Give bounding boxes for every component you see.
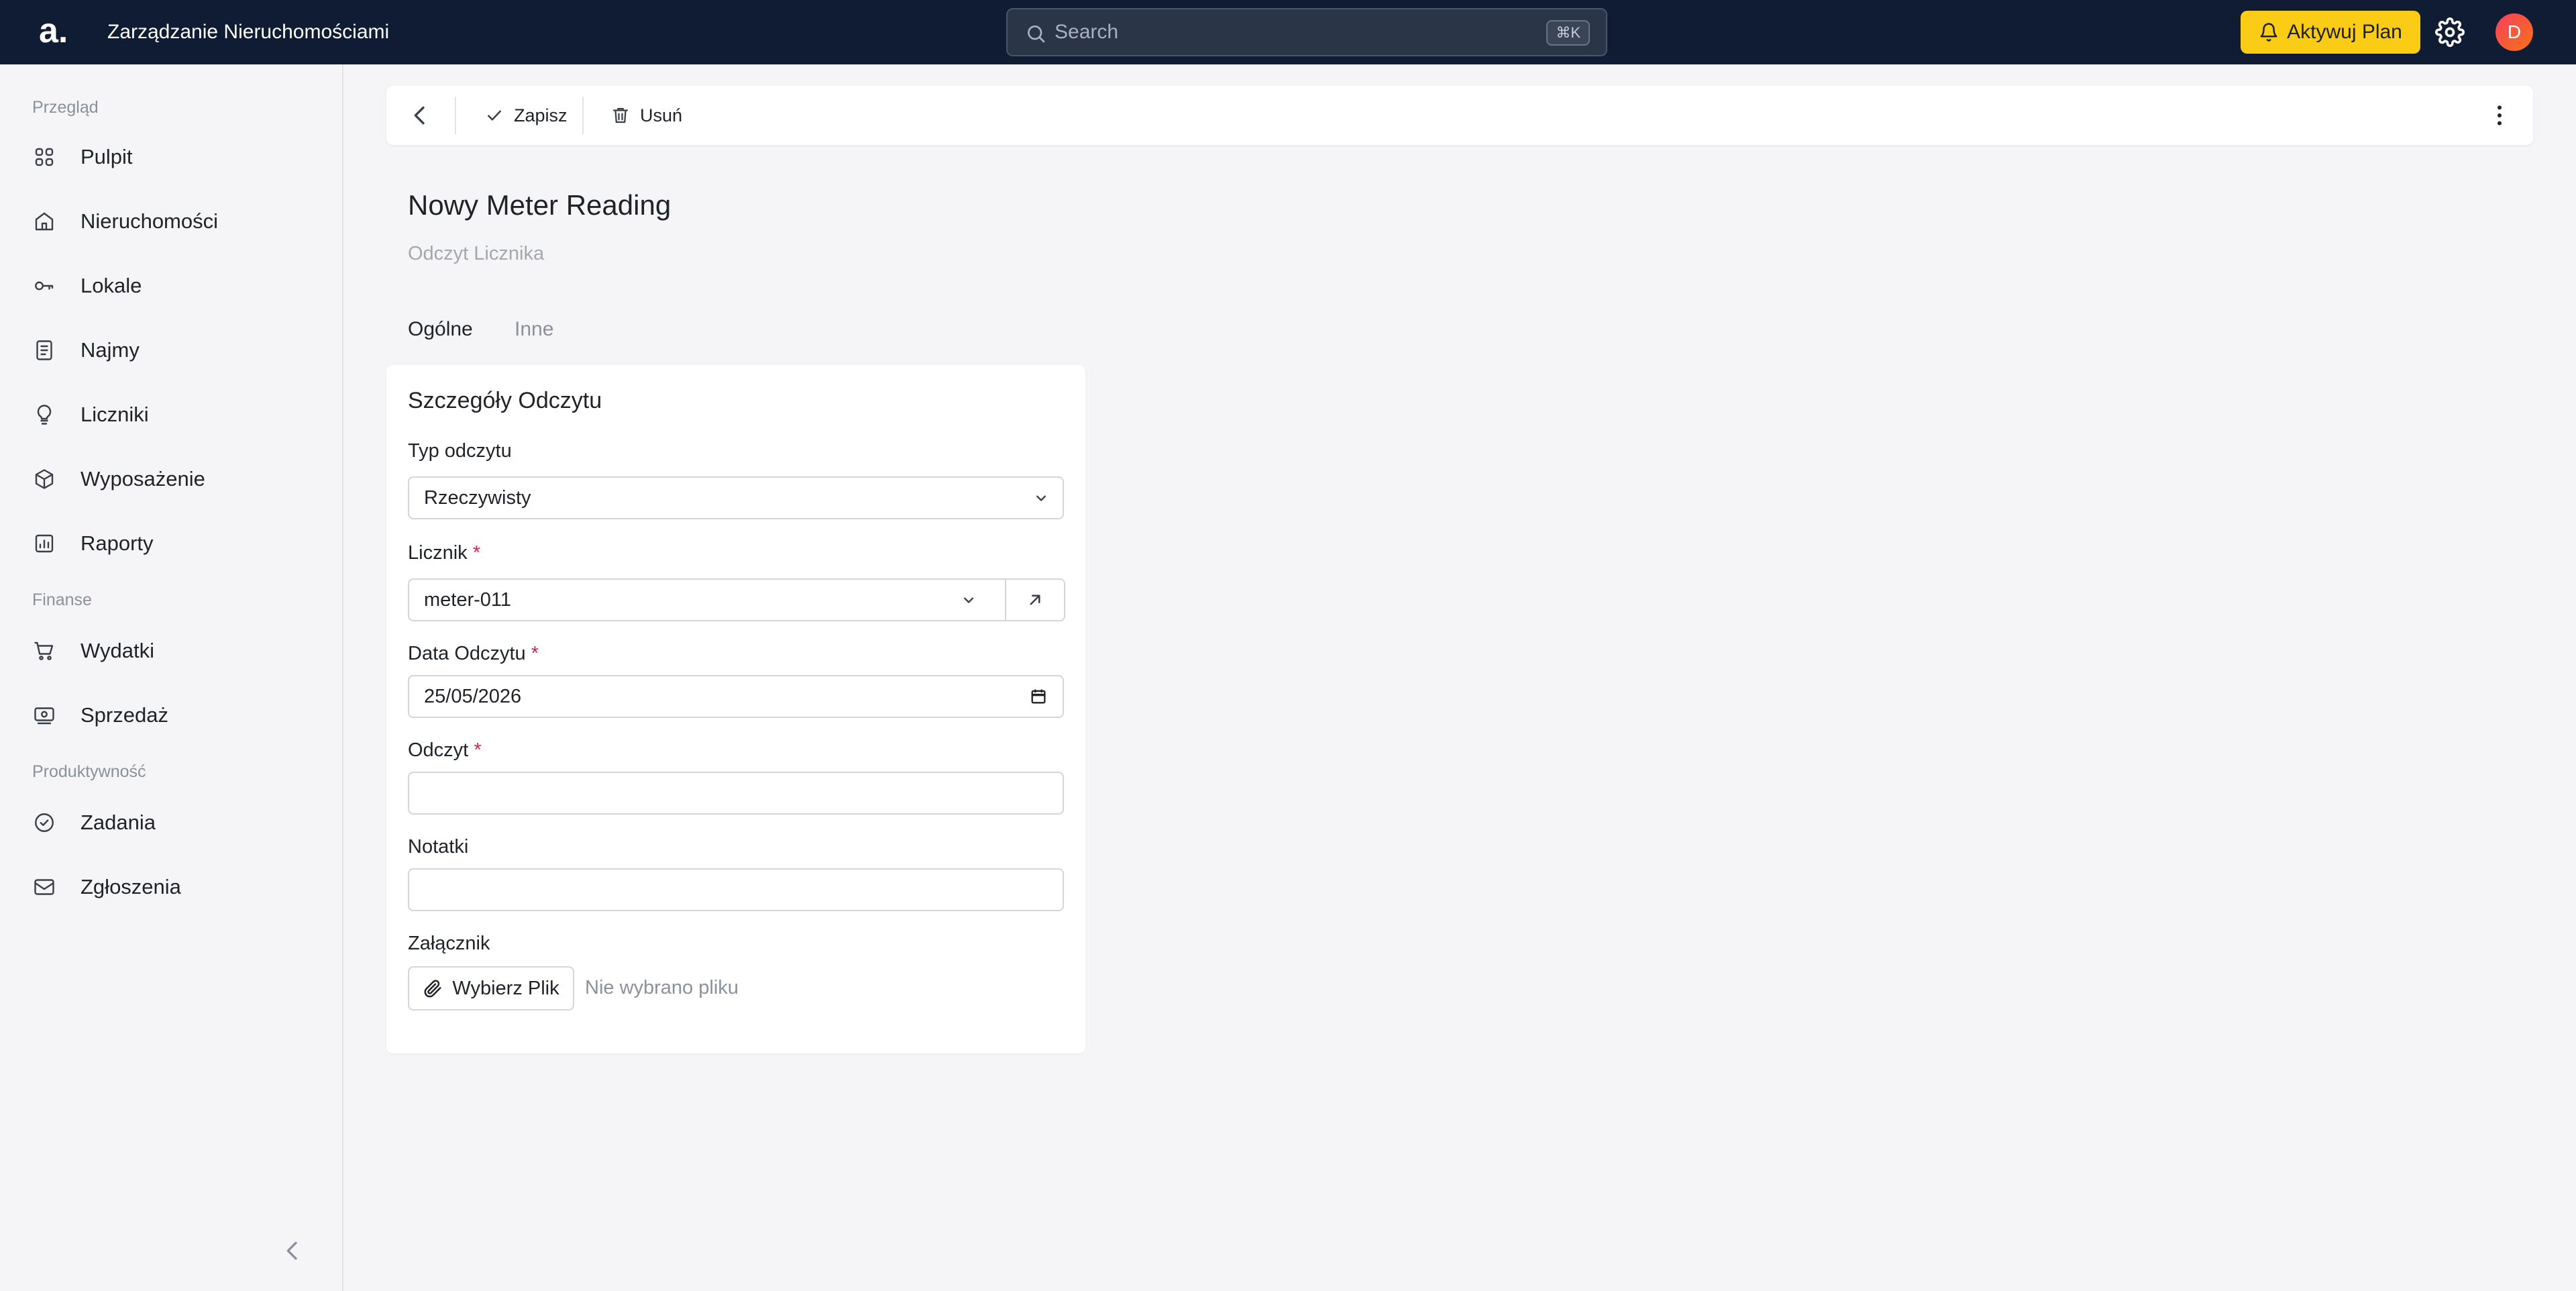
reading-date-label: Data Odczytu *	[408, 643, 539, 665]
required-asterisk: *	[472, 542, 481, 564]
search-icon	[1028, 25, 1045, 43]
choose-file-button[interactable]: Wybierz Plik	[408, 966, 574, 1011]
sidebar-item-label: Zgłoszenia	[80, 875, 181, 898]
sidebar: Przegląd Pulpit Nieruchomości Lokale Naj…	[0, 64, 343, 1291]
sidebar-item-wydatki[interactable]: Wydatki	[27, 627, 322, 675]
sidebar-item-wyposazenie[interactable]: Wyposażenie	[27, 455, 322, 503]
reading-date-value: 25/05/2026	[424, 685, 522, 707]
sidebar-item-label: Pulpit	[80, 145, 133, 168]
sidebar-item-raporty[interactable]: Raporty	[27, 519, 322, 568]
key-icon	[35, 281, 54, 291]
reading-input[interactable]	[408, 772, 1064, 815]
sidebar-item-label: Nieruchomości	[80, 209, 219, 233]
user-avatar[interactable]: D	[2496, 13, 2533, 51]
notes-input[interactable]	[408, 868, 1064, 911]
attachment-label: Załącznik	[408, 933, 490, 954]
more-options-icon[interactable]	[2486, 102, 2513, 129]
sidebar-section-productivity: Produktywność	[32, 762, 146, 781]
arrow-up-right-icon	[1030, 595, 1040, 605]
meter-label: Licznik *	[408, 542, 480, 564]
sidebar-item-label: Wyposażenie	[80, 467, 205, 490]
mail-icon	[34, 879, 54, 895]
sidebar-section-finance: Finanse	[32, 590, 92, 609]
check-icon	[488, 110, 501, 121]
house-icon	[35, 212, 54, 231]
gear-icon[interactable]	[2435, 17, 2465, 47]
app-logo[interactable]: a.	[39, 12, 79, 52]
toolbar-divider	[582, 97, 584, 134]
no-file-status: Nie wybrano pliku	[585, 977, 739, 998]
sidebar-item-label: Liczniki	[80, 403, 149, 426]
meter-select[interactable]: meter-011	[408, 578, 1006, 621]
grid-icon	[35, 148, 54, 166]
sidebar-item-label: Najmy	[80, 338, 140, 362]
sidebar-item-nieruchomosci[interactable]: Nieruchomości	[27, 197, 322, 246]
sidebar-item-pulpit[interactable]: Pulpit	[27, 133, 322, 181]
reading-label-text: Odczyt	[408, 739, 469, 761]
activate-plan-label: Aktywuj Plan	[2287, 21, 2402, 43]
notes-label: Notatki	[408, 836, 469, 858]
sidebar-item-zgloszenia[interactable]: Zgłoszenia	[27, 863, 322, 911]
collapse-sidebar-chevron-left-icon[interactable]	[279, 1237, 306, 1264]
reading-type-value: Rzeczywisty	[424, 486, 531, 509]
app-title: Zarządzanie Nieruchomościami	[107, 21, 390, 43]
sidebar-item-zadania[interactable]: Zadania	[27, 798, 322, 847]
page-subtitle: Odczyt Licznika	[408, 243, 545, 264]
reading-date-label-text: Data Odczytu	[408, 643, 526, 664]
reading-details-card: Szczegóły Odczytu Typ odczytu Rzeczywist…	[386, 365, 1085, 1053]
reading-date-input[interactable]: 25/05/2026	[408, 675, 1064, 718]
calendar-icon[interactable]	[1029, 687, 1048, 706]
search-box[interactable]: Search ⌘K	[1006, 8, 1607, 56]
page-title: Nowy Meter Reading	[408, 189, 672, 221]
sidebar-item-liczniki[interactable]: Liczniki	[27, 391, 322, 439]
save-button[interactable]: Zapisz	[484, 86, 568, 145]
top-bar: a. Zarządzanie Nieruchomościami Search ⌘…	[0, 0, 2576, 64]
sidebar-item-label: Sprzedaż	[80, 703, 168, 727]
required-asterisk: *	[531, 643, 539, 664]
sidebar-item-lokale[interactable]: Lokale	[27, 262, 322, 310]
record-toolbar: Zapisz Usuń	[386, 86, 2533, 145]
sidebar-item-label: Raporty	[80, 531, 154, 555]
activate-plan-button[interactable]: Aktywuj Plan	[2241, 11, 2420, 54]
sidebar-item-label: Wydatki	[80, 639, 154, 662]
search-placeholder[interactable]: Search	[1055, 9, 1118, 55]
trash-icon	[612, 107, 629, 123]
reading-label: Odczyt *	[408, 739, 482, 762]
tab-other[interactable]: Inne	[515, 318, 553, 341]
chevron-down-icon	[1036, 495, 1046, 501]
document-icon	[36, 340, 52, 360]
save-button-label: Zapisz	[514, 105, 568, 125]
check-circle-icon	[35, 813, 54, 832]
sidebar-item-label: Lokale	[80, 274, 142, 297]
toolbar-divider	[455, 97, 456, 134]
reading-type-select[interactable]: Rzeczywisty	[408, 476, 1064, 519]
sidebar-item-label: Zadania	[80, 811, 156, 834]
cash-icon	[34, 707, 54, 725]
cube-icon	[35, 469, 54, 489]
delete-button-label: Usuń	[640, 105, 683, 125]
back-chevron-left-icon[interactable]	[407, 102, 433, 129]
sidebar-section-overview: Przegląd	[32, 98, 99, 117]
chevron-down-icon	[964, 597, 973, 603]
paperclip-icon	[424, 980, 441, 998]
search-shortcut-badge: ⌘K	[1546, 20, 1590, 46]
sidebar-item-najmy[interactable]: Najmy	[27, 326, 322, 374]
choose-file-label: Wybierz Plik	[452, 977, 559, 999]
sidebar-item-sprzedaz[interactable]: Sprzedaż	[27, 691, 322, 739]
chart-icon	[35, 534, 54, 553]
bell-icon	[2260, 23, 2277, 42]
meter-value: meter-011	[424, 588, 512, 611]
tab-general[interactable]: Ogólne	[408, 318, 473, 341]
reading-type-label: Typ odczytu	[408, 440, 512, 462]
required-asterisk: *	[474, 739, 482, 761]
lightbulb-icon	[37, 405, 52, 425]
cart-icon	[34, 641, 54, 660]
delete-button[interactable]: Usuń	[610, 86, 682, 145]
meter-label-text: Licznik	[408, 542, 468, 564]
open-meter-button[interactable]	[1005, 578, 1065, 621]
card-title: Szczegóły Odczytu	[408, 388, 602, 413]
